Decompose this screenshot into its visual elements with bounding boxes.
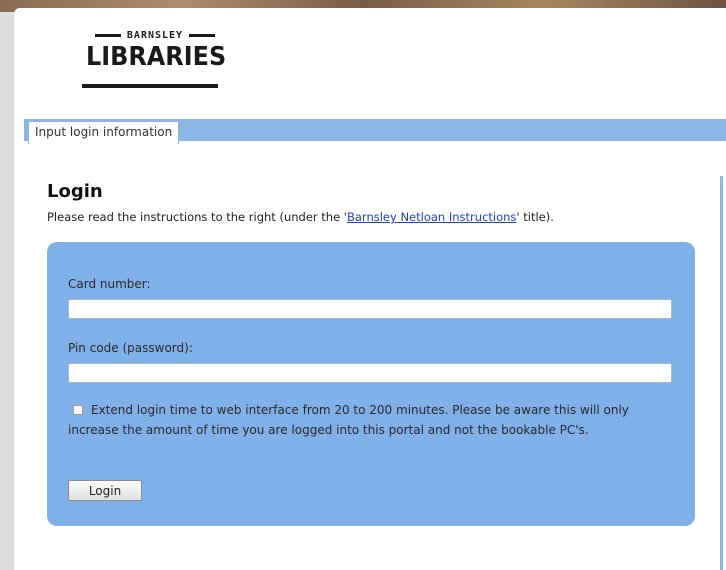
logo-dash-left xyxy=(94,33,121,37)
login-title: Login xyxy=(47,181,103,202)
extend-login-checkbox[interactable] xyxy=(73,405,83,415)
logo-top-row: BARNSLEY xyxy=(80,28,230,42)
logo-underline xyxy=(82,84,218,88)
right-column-divider xyxy=(720,176,723,570)
login-instructions-text: Please read the instructions to the righ… xyxy=(47,210,554,224)
logo-small-text: BARNSLEY xyxy=(126,29,184,41)
logo-dash-right xyxy=(189,33,216,37)
pin-code-label: Pin code (password): xyxy=(68,341,193,355)
login-form-panel: Card number: Pin code (password): Extend… xyxy=(47,242,695,526)
card-number-label: Card number: xyxy=(68,277,151,291)
left-gutter xyxy=(0,12,14,570)
page: BARNSLEY LIBRARIES Input login informati… xyxy=(14,8,726,570)
netloan-instructions-link[interactable]: Barnsley Netloan Instructions xyxy=(347,210,516,224)
card-number-input[interactable] xyxy=(68,299,672,319)
extend-login-text: Extend login time to web interface from … xyxy=(68,403,629,437)
tab-input-login-information[interactable]: Input login information xyxy=(28,121,180,144)
intro-after: ' title). xyxy=(516,210,554,224)
logo-big-text: LIBRARIES xyxy=(86,42,227,72)
extend-login-option: Extend login time to web interface from … xyxy=(68,400,674,440)
intro-before: Please read the instructions to the righ… xyxy=(47,210,347,224)
login-button[interactable]: Login xyxy=(68,480,142,501)
barnsley-libraries-logo[interactable]: BARNSLEY LIBRARIES xyxy=(80,28,230,100)
pin-code-input[interactable] xyxy=(68,363,672,383)
